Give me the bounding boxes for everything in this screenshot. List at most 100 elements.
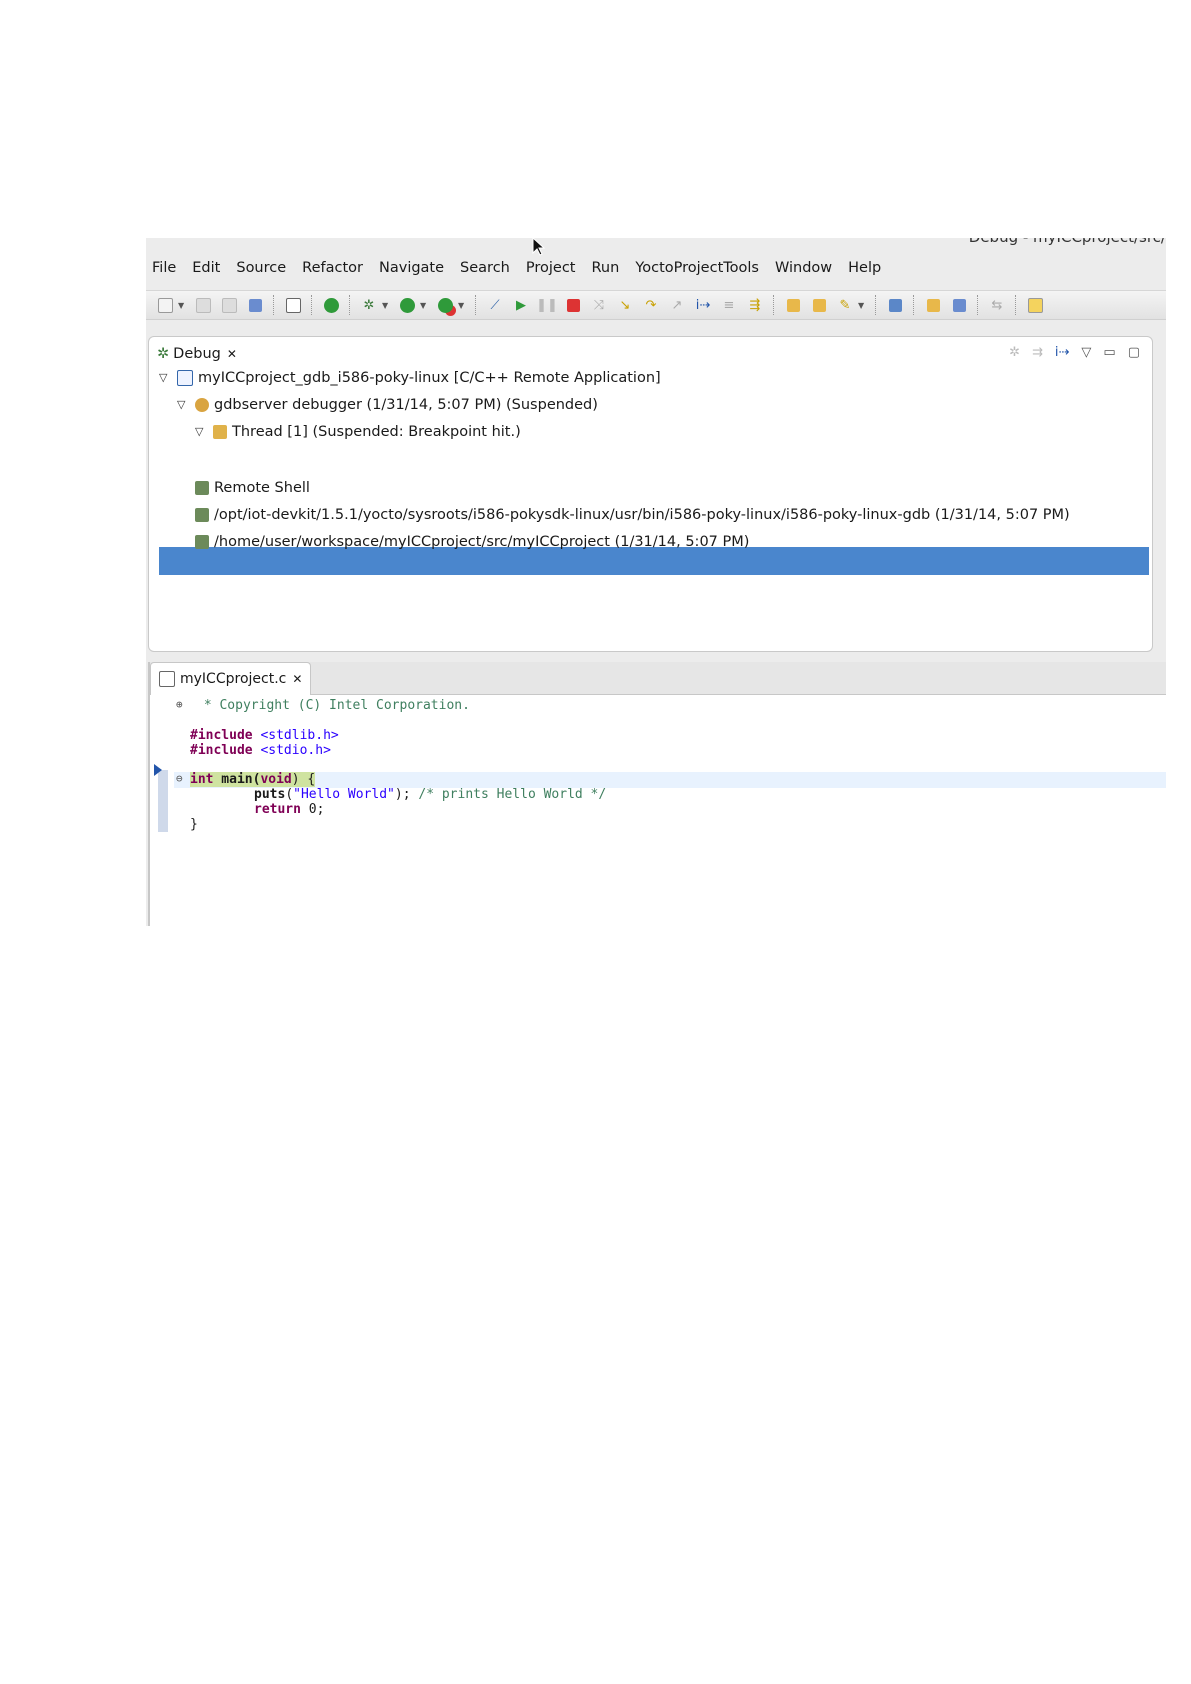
step-over-icon[interactable]: ↷: [642, 296, 660, 314]
disconnect-icon[interactable]: ⤨: [590, 296, 608, 314]
main-toolbar: ▼ ✲ ▼ ▼ ▼ ⟋ ▶ ❚❚ ⤨ ↘ ↷ ↗ i⇢ ≡ ⇶ ✎ ▼ ⇆: [146, 290, 1166, 320]
tree-item-thread[interactable]: ▽ Thread [1] (Suspended: Breakpoint hit.…: [195, 419, 521, 445]
use-step-filters-icon[interactable]: ⇶: [746, 296, 764, 314]
step-into-icon[interactable]: ↘: [616, 296, 634, 314]
process-icon: [195, 481, 209, 495]
tree-item-app-process[interactable]: /home/user/workspace/myICCproject/src/my…: [195, 529, 749, 555]
c-file-icon: [159, 671, 175, 687]
c-project-icon: [177, 370, 193, 386]
editor-tab-strip: myICCproject.c ✕: [150, 662, 1166, 695]
toolbar-separator: [773, 295, 775, 315]
menu-yoctoprojecttools[interactable]: YoctoProjectTools: [635, 260, 759, 276]
run-icon[interactable]: [322, 296, 340, 314]
view-menu-icon[interactable]: ▽: [1081, 345, 1091, 360]
toolbar-separator: [875, 295, 877, 315]
debug-tab-label: Debug: [173, 346, 221, 362]
skip-breakpoints-icon[interactable]: ⟋: [486, 296, 504, 314]
chevron-down-icon[interactable]: ▼: [178, 301, 186, 310]
tree-item-remote-shell[interactable]: Remote Shell: [195, 475, 310, 501]
drop-to-frame-icon[interactable]: ≡: [720, 296, 738, 314]
chevron-down-icon[interactable]: ▼: [420, 301, 428, 310]
step-return-icon[interactable]: ↗: [668, 296, 686, 314]
menu-edit[interactable]: Edit: [192, 260, 220, 276]
code-line-close-brace: }: [190, 817, 198, 832]
tree-item-stack-frame[interactable]: ☰ 1 main() myICCproject.c:14 0x080484c4: [231, 448, 544, 474]
save-all-icon[interactable]: [220, 296, 238, 314]
tree-item-label: /home/user/workspace/myICCproject/src/my…: [214, 534, 750, 550]
close-icon[interactable]: ✕: [227, 347, 237, 361]
window-title: Debug - myICCproject/src/: [969, 238, 1166, 246]
menu-help[interactable]: Help: [848, 260, 881, 276]
code-line-comment: * Copyright (C) Intel Corporation.: [196, 698, 470, 713]
tree-item-label: Thread [1] (Suspended: Breakpoint hit.): [232, 424, 521, 440]
code-line-return: return 0;: [254, 802, 325, 817]
menu-refactor[interactable]: Refactor: [302, 260, 363, 276]
terminate-icon[interactable]: [564, 296, 582, 314]
pen-icon[interactable]: [1026, 296, 1044, 314]
menu-bar: File Edit Source Refactor Navigate Searc…: [146, 256, 1166, 280]
external-tools-icon[interactable]: [436, 296, 454, 314]
minimize-icon[interactable]: ▭: [1103, 345, 1115, 360]
tree-item-label: 1 main() myICCproject.c:14 0x080484c4: [250, 453, 545, 469]
toolbar-separator: [913, 295, 915, 315]
expand-fold-icon[interactable]: ⊕: [176, 698, 183, 711]
toolbar-separator: [349, 295, 351, 315]
remove-all-terminated-icon[interactable]: ⇉: [1032, 345, 1043, 360]
chevron-down-icon[interactable]: ▼: [458, 301, 466, 310]
expand-triangle-icon[interactable]: ▽: [159, 365, 173, 391]
chevron-down-icon[interactable]: ▼: [858, 301, 866, 310]
tree-item-label: gdbserver debugger (1/31/14, 5:07 PM) (S…: [214, 397, 598, 413]
expand-triangle-icon[interactable]: ▽: [195, 419, 209, 445]
debug-view: ✲ Debug ✕ ✲ ⇉ i⇢ ▽ ▭ ▢ ▽ myICCproject_gd…: [148, 336, 1153, 652]
open-resource-icon[interactable]: [950, 296, 968, 314]
remove-terminated-icon[interactable]: ✲: [1009, 345, 1020, 360]
chevron-down-icon[interactable]: ▼: [382, 301, 390, 310]
toolbar-separator: [311, 295, 313, 315]
menu-file[interactable]: File: [152, 260, 176, 276]
tree-item-launch[interactable]: ▽ myICCproject_gdb_i586-poky-linux [C/C+…: [159, 365, 661, 391]
collapse-fold-icon[interactable]: ⊖: [176, 772, 183, 785]
debug-icon[interactable]: ✲: [360, 296, 378, 314]
annotation-ruler: [154, 764, 168, 832]
navigate-icon[interactable]: ⇆: [988, 296, 1006, 314]
editor-tab-label: myICCproject.c: [180, 671, 287, 687]
instruction-stepping-icon[interactable]: i⇢: [694, 296, 712, 314]
wand-icon[interactable]: ✎: [836, 296, 854, 314]
current-line-highlight: [174, 772, 1166, 788]
print-icon[interactable]: [246, 296, 264, 314]
menu-run[interactable]: Run: [592, 260, 620, 276]
close-icon[interactable]: ✕: [292, 672, 302, 686]
toolbar-separator: [977, 295, 979, 315]
binary-icon[interactable]: [284, 296, 302, 314]
save-icon[interactable]: [194, 296, 212, 314]
open-folder-icon[interactable]: [784, 296, 802, 314]
monitor-icon[interactable]: [886, 296, 904, 314]
code-line-include-stdio: #include <stdio.h>: [190, 743, 331, 758]
editor-tab[interactable]: myICCproject.c ✕: [150, 662, 312, 695]
code-line-include-stdlib: #include <stdlib.h>: [190, 728, 339, 743]
process-icon: [195, 508, 209, 522]
resume-icon[interactable]: ▶: [512, 296, 530, 314]
tree-item-label: Remote Shell: [214, 480, 310, 496]
debugger-icon: [195, 398, 209, 412]
menu-search[interactable]: Search: [460, 260, 510, 276]
menu-project[interactable]: Project: [526, 260, 576, 276]
maximize-icon[interactable]: ▢: [1128, 345, 1140, 360]
open-type-icon[interactable]: [924, 296, 942, 314]
toolbar-separator: [475, 295, 477, 315]
thread-icon: [213, 425, 227, 439]
tree-item-debugger[interactable]: ▽ gdbserver debugger (1/31/14, 5:07 PM) …: [177, 392, 598, 418]
instruction-stepping-icon[interactable]: i⇢: [1055, 345, 1070, 360]
code-editor: myICCproject.c ✕ ⊕ * Copyright (C) Intel…: [148, 662, 1166, 926]
expand-triangle-icon[interactable]: ▽: [177, 392, 191, 418]
run-as-icon[interactable]: [398, 296, 416, 314]
open-folder-icon[interactable]: [810, 296, 828, 314]
tree-item-label: myICCproject_gdb_i586-poky-linux [C/C++ …: [198, 370, 661, 386]
tree-item-gdb-process[interactable]: /opt/iot-devkit/1.5.1/yocto/sysroots/i58…: [195, 502, 1070, 528]
menu-navigate[interactable]: Navigate: [379, 260, 444, 276]
menu-window[interactable]: Window: [775, 260, 832, 276]
new-icon[interactable]: [156, 296, 174, 314]
process-icon: [195, 535, 209, 549]
suspend-icon[interactable]: ❚❚: [536, 296, 558, 314]
menu-source[interactable]: Source: [236, 260, 286, 276]
